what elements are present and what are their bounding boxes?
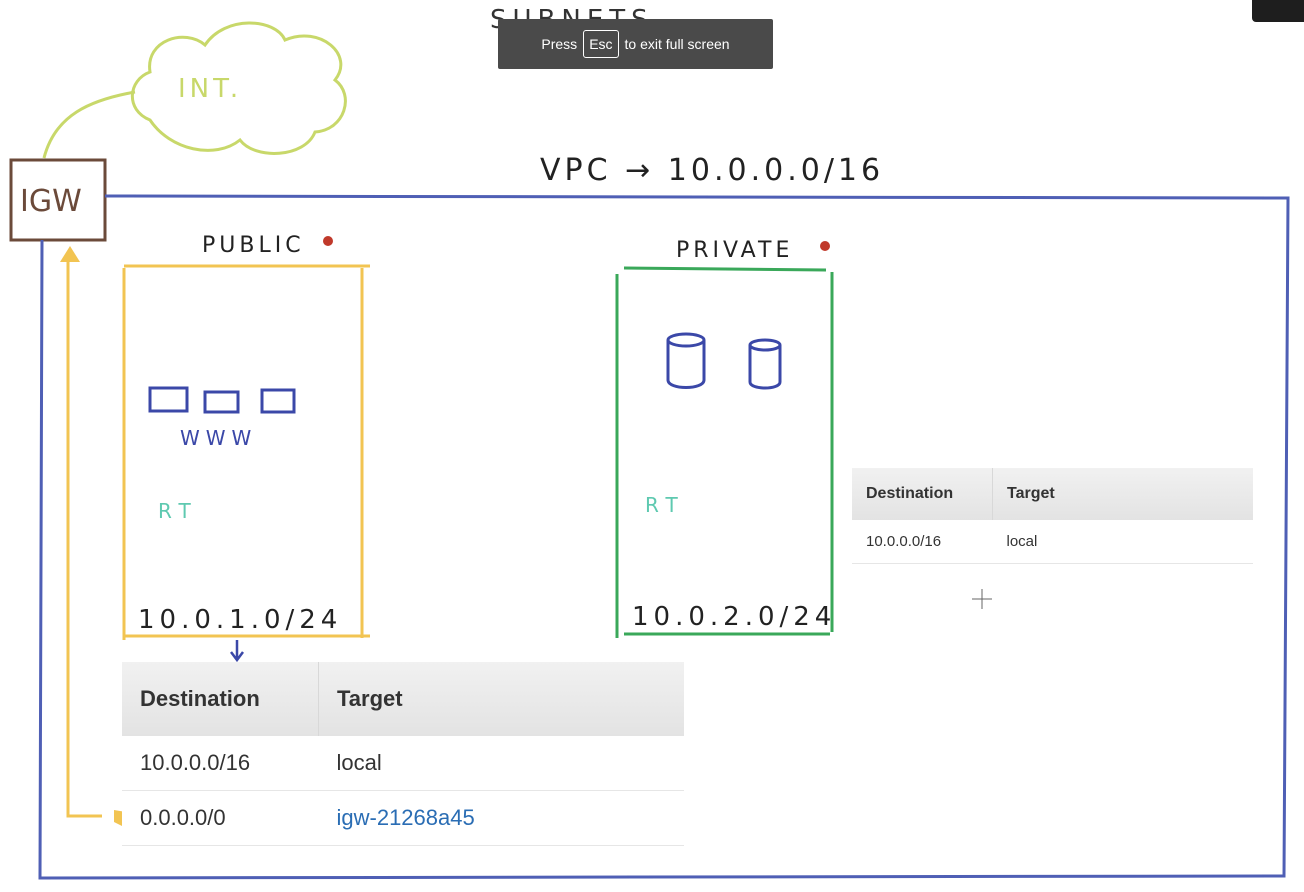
- private-subnet-box: [615, 266, 834, 638]
- column-header-target: Target: [318, 662, 684, 736]
- private-subnet-cidr: 10.0.2.0/24: [632, 602, 836, 632]
- toast-suffix: to exit full screen: [624, 36, 730, 52]
- igw-arrowhead: [60, 246, 80, 262]
- server-icon: [203, 390, 240, 414]
- public-route-table: Destination Target 10.0.0.0/16 local 0.0…: [122, 662, 684, 846]
- column-header-target: Target: [992, 468, 1253, 520]
- corner-tab[interactable]: [1252, 0, 1304, 22]
- private-label-dot: [820, 241, 830, 251]
- public-label-dot: [323, 236, 333, 246]
- server-icon: [260, 388, 296, 414]
- column-header-destination: Destination: [122, 662, 319, 736]
- internet-link-line: [42, 90, 136, 159]
- esc-key-badge: Esc: [583, 30, 619, 58]
- internet-label: INT.: [178, 74, 242, 104]
- cursor-crosshair-icon: [972, 589, 992, 609]
- server-icon: [148, 386, 189, 413]
- private-subnet-label: PRIVATE: [676, 238, 793, 263]
- toast-prefix: Press: [541, 36, 578, 52]
- route-destination: 10.0.0.0/16: [852, 520, 993, 564]
- public-subnet-box: [122, 264, 370, 640]
- table-row: 10.0.0.0/16 local: [852, 520, 1253, 564]
- route-target: local: [992, 520, 1253, 564]
- vpc-label: VPC → 10.0.0.0/16: [540, 153, 884, 188]
- igw-target-link[interactable]: igw-21268a45: [318, 790, 684, 846]
- database-icon: [748, 338, 782, 390]
- column-header-destination: Destination: [852, 468, 993, 520]
- route-target: local: [318, 736, 684, 791]
- table-row: 10.0.0.0/16 local: [122, 736, 684, 791]
- igw-label: IGW: [20, 184, 82, 219]
- public-rt-label: RT: [158, 499, 199, 523]
- fullscreen-notification: Press Esc to exit full screen: [498, 19, 773, 69]
- public-subnet-label: PUBLIC: [202, 233, 305, 258]
- servers-label: WWW: [180, 426, 257, 450]
- table-row: 0.0.0.0/0 igw-21268a45: [122, 790, 684, 846]
- private-rt-label: RT: [645, 493, 686, 517]
- route-destination: 10.0.0.0/16: [122, 736, 319, 791]
- private-route-table: Destination Target 10.0.0.0/16 local: [852, 468, 1253, 564]
- igw-route-arrow: [66, 254, 102, 818]
- public-rt-arrow: [230, 640, 244, 663]
- route-destination: 0.0.0.0/0: [122, 790, 319, 846]
- public-subnet-cidr: 10.0.1.0/24: [138, 605, 342, 635]
- database-icon: [666, 332, 706, 389]
